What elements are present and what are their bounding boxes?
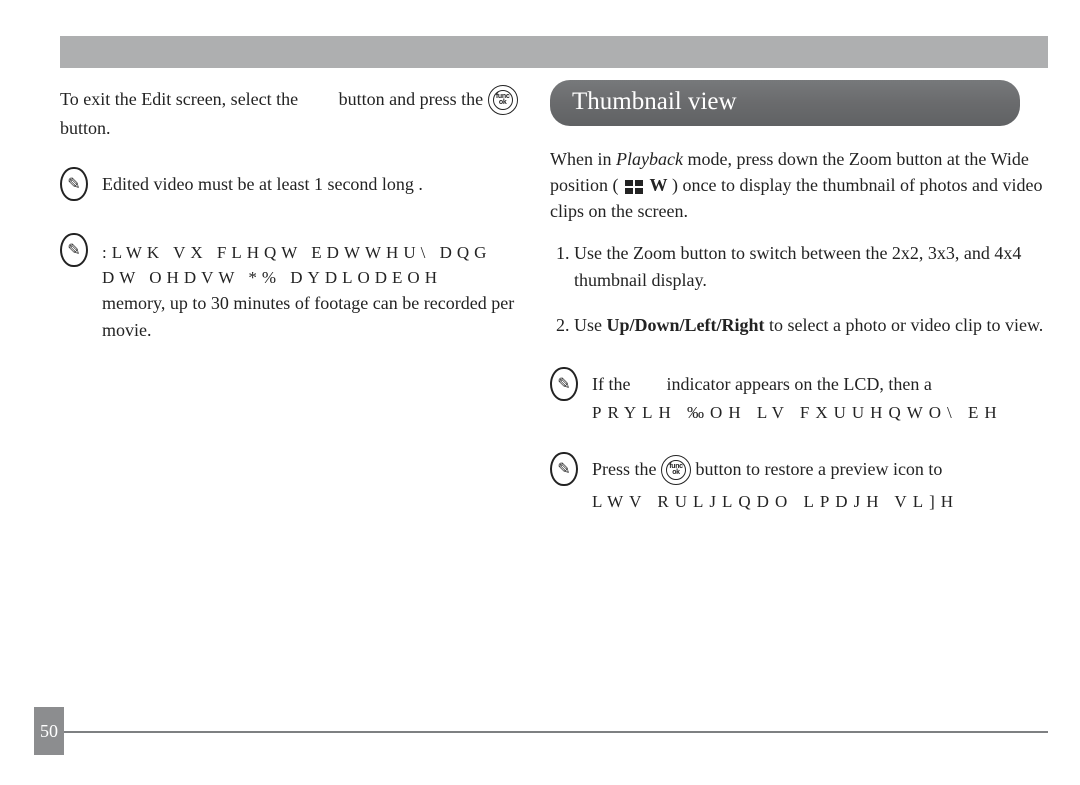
garbled-text: :LWK VX FLHQW EDWWHU\ DQG DW OHDVW *% DY… <box>102 241 520 290</box>
note-icon <box>60 167 88 201</box>
playback-word: Playback <box>616 149 683 169</box>
thumbnail-grid-icon <box>625 180 643 194</box>
func-ok-icon <box>661 455 691 485</box>
garbled-line: LWV RULJLQDO LPDJH VL]H <box>592 490 1048 515</box>
page-number: 50 <box>34 707 64 755</box>
note-icon <box>550 367 578 401</box>
memory-text: memory, up to 30 minutes of footage can … <box>102 290 520 342</box>
func-ok-icon <box>488 85 518 115</box>
note-text: :LWK VX FLHQW EDWWHU\ DQG DW OHDVW *% DY… <box>102 237 520 342</box>
exit-instruction: To exit the Edit screen, select the butt… <box>60 86 520 141</box>
footer-rule <box>60 731 1048 733</box>
note3-a: If the <box>592 374 635 394</box>
intro-c: ) once to display the thumbnail of photo… <box>550 175 1042 221</box>
page-content: To exit the Edit screen, select the butt… <box>60 80 1048 515</box>
exit-text-c: button. <box>60 118 111 138</box>
note3-b: indicator appears on the LCD, then a <box>666 374 931 394</box>
note-indicator: If the indicator appears on the LCD, the… <box>550 367 1048 426</box>
note-edited-video: Edited video must be at least 1 second l… <box>60 167 520 201</box>
note-icon <box>60 233 88 267</box>
note4-b: button to restore a preview icon to <box>696 459 943 479</box>
note-text: Press the button to restore a preview ic… <box>592 456 1048 515</box>
note-icon <box>550 452 578 486</box>
w-glyph: W <box>650 175 668 195</box>
note-text: Edited video must be at least 1 second l… <box>102 171 520 197</box>
garbled-line: PRYLH ‰OH LV FXUUHQWO\ EH <box>592 401 1048 426</box>
note-text: If the indicator appears on the LCD, the… <box>592 371 1048 426</box>
direction-words: Up/Down/Left/Right <box>607 315 765 335</box>
note4-a: Press the <box>592 459 661 479</box>
step-2: Use Up/Down/Left/Right to select a photo… <box>574 312 1048 339</box>
exit-text-b: button and press the <box>339 89 488 109</box>
step2-b: to select a photo or video clip to view. <box>769 315 1043 335</box>
exit-text-a: To exit the Edit screen, select the <box>60 89 303 109</box>
section-heading: Thumbnail view <box>550 80 1020 126</box>
step-1: Use the Zoom button to switch between th… <box>574 240 1048 294</box>
header-bar <box>60 36 1048 68</box>
thumbnail-intro: When in Playback mode, press down the Zo… <box>550 146 1048 224</box>
note-restore: Press the button to restore a preview ic… <box>550 452 1048 515</box>
steps-list: Use the Zoom button to switch between th… <box>550 240 1048 339</box>
right-column: Thumbnail view When in Playback mode, pr… <box>550 80 1048 515</box>
left-column: To exit the Edit screen, select the butt… <box>60 80 520 515</box>
intro-a: When in <box>550 149 616 169</box>
step2-a: Use <box>574 315 607 335</box>
note-memory: :LWK VX FLHQW EDWWHU\ DQG DW OHDVW *% DY… <box>60 233 520 342</box>
